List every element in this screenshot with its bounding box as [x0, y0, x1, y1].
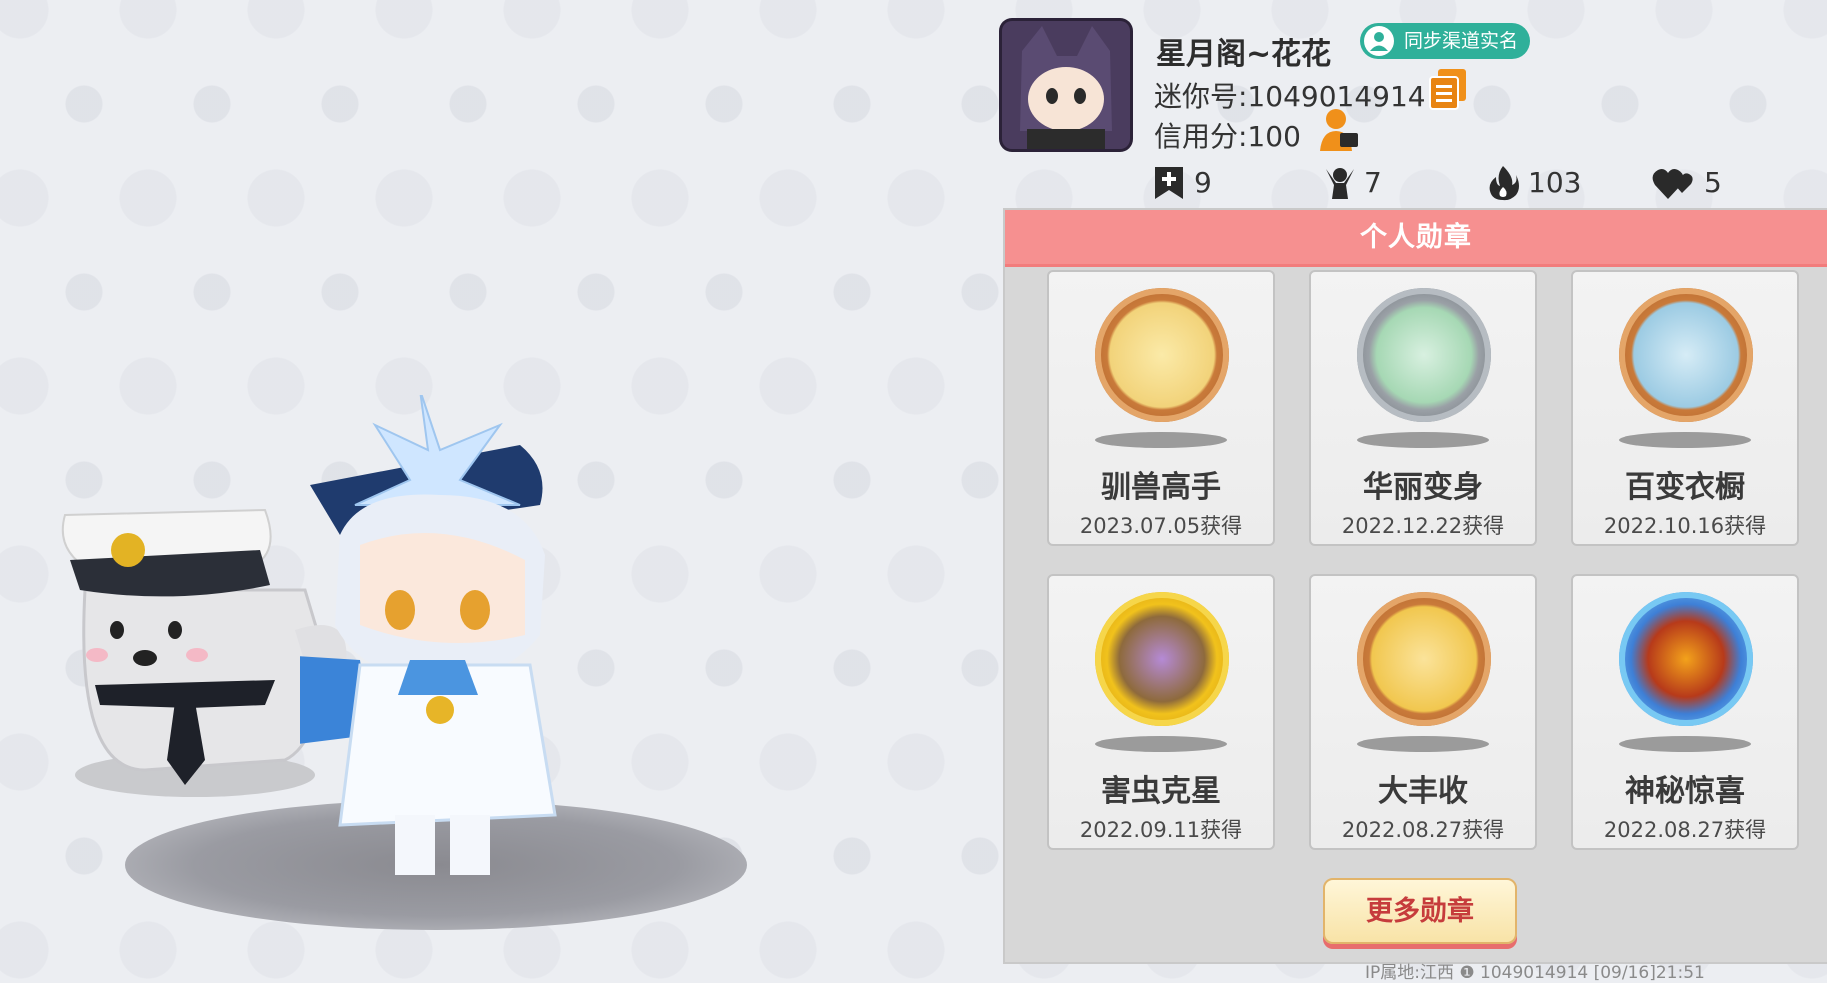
medal-mystery-gift-icon — [1619, 592, 1753, 726]
medal-name: 神秘惊喜 — [1625, 774, 1745, 809]
medal-date: 2022.12.22获得 — [1341, 514, 1505, 538]
medal-date: 2022.08.27获得 — [1341, 818, 1505, 842]
medal-name: 驯兽高手 — [1101, 470, 1221, 505]
medals-title: 个人勋章 — [1005, 210, 1827, 267]
medal-name: 华丽变身 — [1363, 470, 1483, 505]
credit-score: 信用分:100 — [1154, 120, 1301, 153]
hearts-icon — [1652, 169, 1693, 199]
medal-harvest-icon — [1357, 592, 1491, 726]
medal-name: 百变衣橱 — [1625, 470, 1745, 505]
credit-profile-icon[interactable] — [1318, 107, 1360, 153]
add-bookmark-icon — [1155, 167, 1183, 199]
medal-card[interactable]: 华丽变身 2022.12.22获得 — [1309, 270, 1537, 546]
medal-beast-tamer-icon — [1095, 288, 1229, 422]
stat-value: 5 — [1704, 166, 1722, 199]
stat-value: 7 — [1364, 166, 1382, 199]
medal-shadow — [1357, 432, 1489, 448]
profile-avatar[interactable] — [1002, 21, 1130, 149]
medal-date: 2023.07.05获得 — [1079, 514, 1243, 538]
verify-badge-label: 同步渠道实名 — [1404, 30, 1519, 52]
user-verified-icon — [1364, 26, 1394, 56]
player-avatar — [300, 395, 557, 875]
medal-wardrobe-icon — [1619, 288, 1753, 422]
player-name: 星月阁~花花 — [1156, 37, 1332, 72]
medal-card[interactable]: 大丰收 2022.08.27获得 — [1309, 574, 1537, 850]
medal-name: 害虫克星 — [1101, 774, 1221, 809]
copy-icon[interactable] — [1428, 67, 1468, 111]
medal-card[interactable]: 百变衣橱 2022.10.16获得 — [1571, 270, 1799, 546]
medal-card[interactable]: 驯兽高手 2023.07.05获得 — [1047, 270, 1275, 546]
fans-icon — [1326, 168, 1354, 199]
medal-name: 大丰收 — [1378, 774, 1468, 809]
more-medals-button[interactable]: 更多勋章 — [1323, 878, 1517, 944]
profile-header: 星月阁~花花 同步渠道实名 迷你号:1049014914 信用分:100 9 7 — [1000, 15, 1827, 205]
footer-info: IP属地:江西 ❶ 1049014914 [09/16]21:51 — [1365, 963, 1705, 983]
character-stage[interactable] — [0, 0, 990, 972]
medals-grid[interactable]: 驯兽高手 2023.07.05获得 华丽变身 2022.12.22获得 百变衣橱… — [1005, 270, 1827, 865]
stat-value: 103 — [1528, 166, 1582, 199]
stat-value: 9 — [1194, 166, 1212, 199]
medal-shadow — [1095, 736, 1227, 752]
medals-panel: 个人勋章 驯兽高手 2023.07.05获得 华丽变身 2022.12.22获得… — [1003, 208, 1827, 964]
medal-card[interactable]: 害虫克星 2022.09.11获得 — [1047, 574, 1275, 850]
real-name-verify-badge[interactable]: 同步渠道实名 — [1360, 23, 1531, 59]
medal-pest-buster-icon — [1095, 592, 1229, 726]
medal-date: 2022.08.27获得 — [1603, 818, 1767, 842]
medal-card[interactable]: 神秘惊喜 2022.08.27获得 — [1571, 574, 1799, 850]
medal-shadow — [1619, 432, 1751, 448]
medal-shadow — [1095, 432, 1227, 448]
mini-id: 迷你号:1049014914 — [1154, 80, 1426, 113]
medal-shadow — [1357, 736, 1489, 752]
medal-date: 2022.09.11获得 — [1079, 818, 1243, 842]
medal-date: 2022.10.16获得 — [1603, 514, 1767, 538]
medal-shadow — [1619, 736, 1751, 752]
flame-icon — [1489, 166, 1519, 201]
medal-transformation-icon — [1357, 288, 1491, 422]
